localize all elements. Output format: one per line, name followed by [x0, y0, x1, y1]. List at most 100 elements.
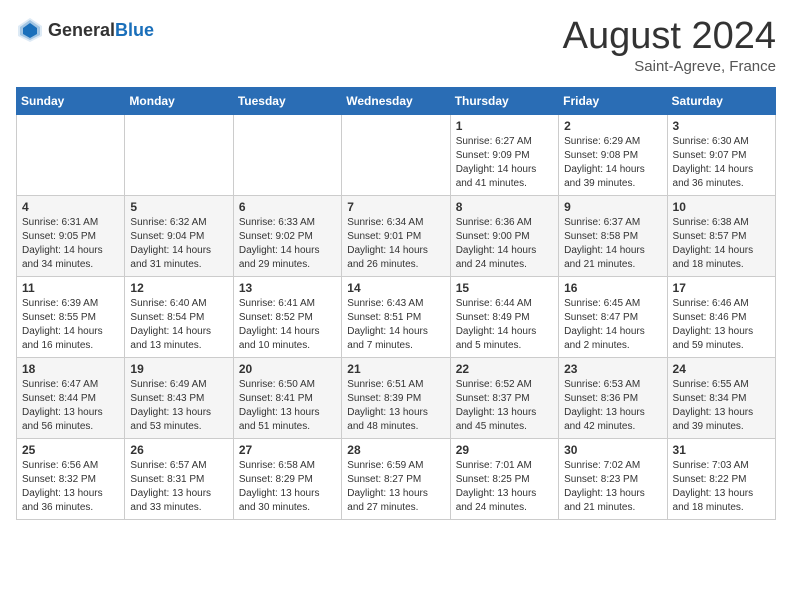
day-number: 13 [239, 281, 336, 295]
calendar-table: SundayMondayTuesdayWednesdayThursdayFrid… [16, 87, 776, 520]
day-info: Sunrise: 6:33 AMSunset: 9:02 PMDaylight:… [239, 216, 336, 272]
calendar-cell: 19Sunrise: 6:49 AMSunset: 8:43 PMDayligh… [125, 357, 233, 438]
day-info: Sunrise: 6:31 AMSunset: 9:05 PMDaylight:… [22, 216, 119, 272]
day-info: Sunrise: 6:40 AMSunset: 8:54 PMDaylight:… [130, 297, 227, 353]
calendar-cell [342, 114, 450, 195]
day-info: Sunrise: 6:36 AMSunset: 9:00 PMDaylight:… [456, 216, 553, 272]
calendar-cell: 1Sunrise: 6:27 AMSunset: 9:09 PMDaylight… [450, 114, 558, 195]
calendar-cell [125, 114, 233, 195]
month-title: August 2024 [563, 16, 776, 58]
day-number: 14 [347, 281, 444, 295]
day-number: 25 [22, 443, 119, 457]
calendar-cell: 23Sunrise: 6:53 AMSunset: 8:36 PMDayligh… [559, 357, 667, 438]
day-number: 12 [130, 281, 227, 295]
day-number: 10 [673, 200, 770, 214]
day-info: Sunrise: 6:53 AMSunset: 8:36 PMDaylight:… [564, 378, 661, 434]
calendar-week-2: 4Sunrise: 6:31 AMSunset: 9:05 PMDaylight… [17, 195, 776, 276]
day-number: 26 [130, 443, 227, 457]
day-info: Sunrise: 7:01 AMSunset: 8:25 PMDaylight:… [456, 459, 553, 515]
calendar-cell: 24 Sunrise: 6:55 AMSunset: 8:34 PMDayligh… [667, 357, 775, 438]
day-info: Sunrise: 6:58 AMSunset: 8:29 PMDaylight:… [239, 459, 336, 515]
day-info: Sunrise: 6:32 AMSunset: 9:04 PMDaylight:… [130, 216, 227, 272]
day-info: Sunrise: 6:43 AMSunset: 8:51 PMDaylight:… [347, 297, 444, 353]
day-number: 6 [239, 200, 336, 214]
day-number: 18 [22, 362, 119, 376]
day-info: Sunrise: 6:49 AMSunset: 8:43 PMDaylight:… [130, 378, 227, 434]
day-info: Sunrise: 6:45 AMSunset: 8:47 PMDaylight:… [564, 297, 661, 353]
calendar-cell: 5 Sunrise: 6:32 AMSunset: 9:04 PMDaylight… [125, 195, 233, 276]
calendar-cell: 8Sunrise: 6:36 AMSunset: 9:00 PMDaylight… [450, 195, 558, 276]
calendar-cell: 14 Sunrise: 6:43 AMSunset: 8:51 PMDayligh… [342, 276, 450, 357]
logo-blue: Blue [115, 20, 154, 40]
calendar-cell: 11 Sunrise: 6:39 AMSunset: 8:55 PMDayligh… [17, 276, 125, 357]
weekday-header-row: SundayMondayTuesdayWednesdayThursdayFrid… [17, 87, 776, 114]
calendar-cell: 31 Sunrise: 7:03 AMSunset: 8:22 PMDayligh… [667, 438, 775, 519]
location-title: Saint-Agreve, France [563, 58, 776, 75]
calendar-cell [233, 114, 341, 195]
weekday-header-sunday: Sunday [17, 87, 125, 114]
calendar-cell: 20 Sunrise: 6:50 AMSunset: 8:41 PMDayligh… [233, 357, 341, 438]
day-number: 5 [130, 200, 227, 214]
calendar-cell: 28 Sunrise: 6:59 AMSunset: 8:27 PMDayligh… [342, 438, 450, 519]
weekday-header-tuesday: Tuesday [233, 87, 341, 114]
day-number: 27 [239, 443, 336, 457]
calendar-week-5: 25Sunrise: 6:56 AMSunset: 8:32 PMDayligh… [17, 438, 776, 519]
weekday-header-saturday: Saturday [667, 87, 775, 114]
day-number: 21 [347, 362, 444, 376]
calendar-cell: 17 Sunrise: 6:46 AMSunset: 8:46 PMDayligh… [667, 276, 775, 357]
calendar-cell: 22Sunrise: 6:52 AMSunset: 8:37 PMDayligh… [450, 357, 558, 438]
calendar-cell: 13 Sunrise: 6:41 AMSunset: 8:52 PMDayligh… [233, 276, 341, 357]
day-info: Sunrise: 6:41 AMSunset: 8:52 PMDaylight:… [239, 297, 336, 353]
day-number: 29 [456, 443, 553, 457]
calendar-week-4: 18 Sunrise: 6:47 AMSunset: 8:44 PMDayligh… [17, 357, 776, 438]
calendar-cell: 15 Sunrise: 6:44 AMSunset: 8:49 PMDayligh… [450, 276, 558, 357]
day-info: Sunrise: 6:55 AMSunset: 8:34 PMDaylight:… [673, 378, 770, 434]
calendar-cell: 29 Sunrise: 7:01 AMSunset: 8:25 PMDayligh… [450, 438, 558, 519]
weekday-header-thursday: Thursday [450, 87, 558, 114]
calendar-cell: 18 Sunrise: 6:47 AMSunset: 8:44 PMDayligh… [17, 357, 125, 438]
day-number: 9 [564, 200, 661, 214]
day-info: Sunrise: 6:46 AMSunset: 8:46 PMDaylight:… [673, 297, 770, 353]
calendar-week-1: 1Sunrise: 6:27 AMSunset: 9:09 PMDaylight… [17, 114, 776, 195]
day-info: Sunrise: 7:03 AMSunset: 8:22 PMDaylight:… [673, 459, 770, 515]
day-info: Sunrise: 6:59 AMSunset: 8:27 PMDaylight:… [347, 459, 444, 515]
day-number: 31 [673, 443, 770, 457]
calendar-cell: 3Sunrise: 6:30 AMSunset: 9:07 PMDaylight… [667, 114, 775, 195]
day-info: Sunrise: 6:50 AMSunset: 8:41 PMDaylight:… [239, 378, 336, 434]
logo-text: GeneralBlue [48, 20, 154, 41]
day-info: Sunrise: 6:44 AMSunset: 8:49 PMDaylight:… [456, 297, 553, 353]
calendar-cell: 6 Sunrise: 6:33 AMSunset: 9:02 PMDaylight… [233, 195, 341, 276]
day-number: 1 [456, 119, 553, 133]
day-info: Sunrise: 6:38 AMSunset: 8:57 PMDaylight:… [673, 216, 770, 272]
day-number: 22 [456, 362, 553, 376]
day-number: 24 [673, 362, 770, 376]
calendar-cell: 10 Sunrise: 6:38 AMSunset: 8:57 PMDayligh… [667, 195, 775, 276]
day-info: Sunrise: 6:39 AMSunset: 8:55 PMDaylight:… [22, 297, 119, 353]
calendar-cell [17, 114, 125, 195]
day-info: Sunrise: 6:57 AMSunset: 8:31 PMDaylight:… [130, 459, 227, 515]
day-number: 2 [564, 119, 661, 133]
calendar-cell: 16 Sunrise: 6:45 AMSunset: 8:47 PMDayligh… [559, 276, 667, 357]
day-number: 20 [239, 362, 336, 376]
day-info: Sunrise: 6:47 AMSunset: 8:44 PMDaylight:… [22, 378, 119, 434]
day-number: 17 [673, 281, 770, 295]
day-info: Sunrise: 7:02 AMSunset: 8:23 PMDaylight:… [564, 459, 661, 515]
logo-icon [16, 16, 44, 44]
day-number: 11 [22, 281, 119, 295]
day-info: Sunrise: 6:34 AMSunset: 9:01 PMDaylight:… [347, 216, 444, 272]
weekday-header-monday: Monday [125, 87, 233, 114]
calendar-cell: 2Sunrise: 6:29 AMSunset: 9:08 PMDaylight… [559, 114, 667, 195]
calendar-header: SundayMondayTuesdayWednesdayThursdayFrid… [17, 87, 776, 114]
day-info: Sunrise: 6:30 AMSunset: 9:07 PMDaylight:… [673, 135, 770, 191]
calendar-cell: 27 Sunrise: 6:58 AMSunset: 8:29 PMDayligh… [233, 438, 341, 519]
calendar-cell: 12 Sunrise: 6:40 AMSunset: 8:54 PMDayligh… [125, 276, 233, 357]
calendar-cell: 25Sunrise: 6:56 AMSunset: 8:32 PMDayligh… [17, 438, 125, 519]
logo: GeneralBlue [16, 16, 154, 44]
day-number: 16 [564, 281, 661, 295]
title-area: August 2024 Saint-Agreve, France [563, 16, 776, 75]
calendar-cell: 4Sunrise: 6:31 AMSunset: 9:05 PMDaylight… [17, 195, 125, 276]
calendar-cell: 26 Sunrise: 6:57 AMSunset: 8:31 PMDayligh… [125, 438, 233, 519]
day-number: 28 [347, 443, 444, 457]
day-info: Sunrise: 6:37 AMSunset: 8:58 PMDaylight:… [564, 216, 661, 272]
day-number: 15 [456, 281, 553, 295]
